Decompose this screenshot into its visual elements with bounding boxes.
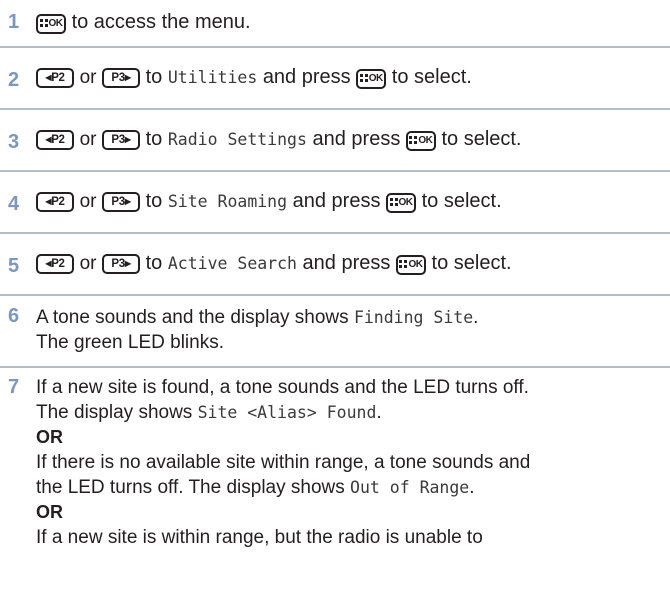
or-separator: OR (36, 502, 63, 522)
step-text: to access the menu. (71, 11, 251, 33)
p2-left-key-icon: ◀P2 (36, 68, 74, 88)
menu-ok-key-icon: OK (395, 255, 426, 275)
menu-target: Active Search (167, 254, 297, 273)
step-number: 7 (8, 376, 20, 398)
step-number: 1 (8, 11, 20, 33)
menu-ok-key-icon: OK (386, 193, 417, 213)
step-6-line-1: A tone sounds and the display shows Find… (36, 307, 479, 328)
p2-left-key-icon: ◀P2 (36, 254, 74, 274)
step-1: 1 OK to access the menu. (0, 0, 670, 48)
p2-left-key-icon: ◀P2 (36, 130, 74, 150)
menu-ok-key-icon: OK (405, 131, 436, 151)
step-number: 2 (8, 69, 20, 91)
step-7-line-2: The display shows Site <Alias> Found. (36, 402, 382, 423)
menu-ok-key-icon: OK (356, 69, 387, 89)
step-7: 7 If a new site is found, a tone sounds … (0, 368, 670, 588)
p3-right-key-icon: P3▶ (102, 68, 141, 88)
menu-grid-icon (389, 197, 398, 206)
step-number: 6 (8, 305, 20, 327)
p3-right-key-icon: P3▶ (102, 130, 141, 150)
step-number: 3 (8, 131, 20, 153)
step-4: 4 ◀P2 or P3▶ to Site Roaming and press O… (0, 172, 670, 234)
menu-grid-icon (399, 259, 408, 268)
display-message: Out of Range (350, 478, 470, 497)
step-3: 3 ◀P2 or P3▶ to Radio Settings and press… (0, 110, 670, 172)
menu-grid-icon (409, 135, 418, 144)
step-6-line-2: The green LED blinks. (36, 332, 224, 353)
menu-grid-icon (359, 73, 368, 82)
step-6: 6 A tone sounds and the display shows Fi… (0, 296, 670, 368)
step-5: 5 ◀P2 or P3▶ to Active Search and press … (0, 234, 670, 296)
display-message: Site <Alias> Found (197, 403, 377, 422)
p2-left-key-icon: ◀P2 (36, 192, 74, 212)
menu-target: Site Roaming (167, 192, 288, 211)
p3-right-key-icon: P3▶ (102, 192, 141, 212)
step-number: 5 (8, 255, 20, 277)
step-2: 2 ◀P2 or P3▶ to Utilities and press OK t… (0, 48, 670, 110)
step-7-line-5: If a new site is within range, but the r… (36, 527, 483, 548)
step-7-line-4: the LED turns off. The display shows Out… (36, 477, 475, 498)
menu-ok-key-icon: OK (36, 14, 66, 34)
p3-right-key-icon: P3▶ (102, 254, 141, 274)
step-number: 4 (8, 193, 20, 215)
menu-grid-icon (39, 18, 48, 27)
step-7-line-1: If a new site is found, a tone sounds an… (36, 377, 529, 398)
menu-target: Utilities (167, 68, 258, 87)
display-message: Finding Site (353, 308, 474, 327)
procedure-steps: 1 OK to access the menu. 2 ◀P2 or P3▶ to… (0, 0, 670, 588)
step-7-line-3: If there is no available site within ran… (36, 452, 531, 473)
or-separator: OR (36, 427, 63, 447)
menu-target: Radio Settings (167, 130, 307, 149)
